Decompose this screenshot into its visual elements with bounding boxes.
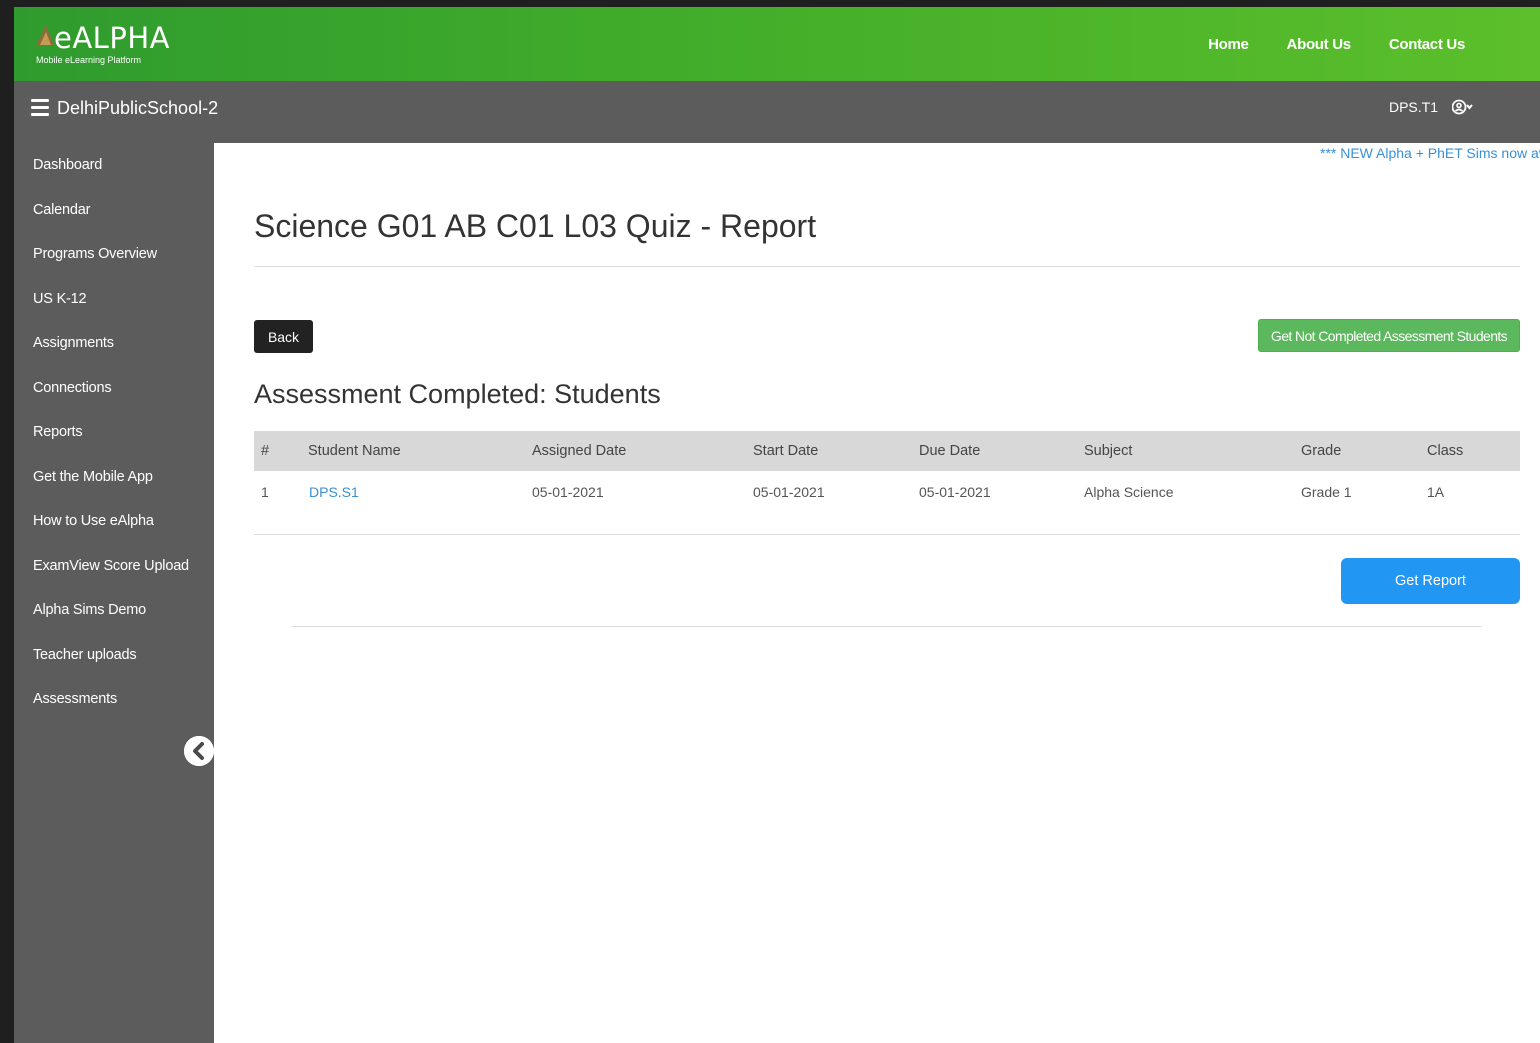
column-header-subject: Subject <box>1084 443 1133 459</box>
divider <box>254 534 1520 535</box>
divider <box>291 626 1482 627</box>
column-header-assigned-date: Assigned Date <box>532 443 627 459</box>
ealpha-logo[interactable]: eALPHA Mobile eLearning Platform <box>34 19 194 71</box>
sidebar-item-assignments[interactable]: Assignments <box>33 335 114 351</box>
student-name-link[interactable]: DPS.S1 <box>309 471 359 513</box>
sidebar-item-reports[interactable]: Reports <box>33 424 83 440</box>
announcement-marquee[interactable]: *** NEW Alpha + PhET Sims now av <box>1320 145 1540 161</box>
sidebar-item-dashboard[interactable]: Dashboard <box>33 157 102 173</box>
column-header-number: # <box>261 443 270 459</box>
logo-tagline: Mobile eLearning Platform <box>36 55 142 65</box>
app-window: eALPHA Mobile eLearning Platform Home Ab… <box>0 0 1540 1043</box>
section-title: Assessment Completed: Students <box>254 379 661 409</box>
window-border-top <box>0 0 1540 7</box>
sidebar: Dashboard Calendar Programs Overview US … <box>14 143 214 1043</box>
collapse-sidebar-button[interactable] <box>184 736 214 766</box>
divider <box>254 266 1520 267</box>
column-header-start-date: Start Date <box>753 443 819 459</box>
cell-due-date: 05-01-2021 <box>919 484 991 500</box>
sidebar-item-connections[interactable]: Connections <box>33 380 112 396</box>
cell-start-date: 05-01-2021 <box>753 484 825 500</box>
get-not-completed-button[interactable]: Get Not Completed Assessment Students <box>1258 319 1520 352</box>
cell-assigned-date: 05-01-2021 <box>532 484 604 500</box>
hamburger-menu-icon[interactable] <box>31 99 49 117</box>
logo-text: eALPHA <box>54 21 170 55</box>
cell-grade: Grade 1 <box>1301 484 1352 500</box>
cell-subject: Alpha Science <box>1084 484 1174 500</box>
page-title: Science G01 AB C01 L03 Quiz - Report <box>254 208 817 244</box>
user-menu[interactable]: DPS.T1 <box>1389 98 1474 116</box>
nav-home-link[interactable]: Home <box>1208 36 1249 53</box>
logo-leaf-icon <box>36 25 54 45</box>
nav-contact-link[interactable]: Contact Us <box>1389 36 1465 53</box>
chevron-left-icon <box>184 736 214 766</box>
sidebar-item-us-k12[interactable]: US K-12 <box>33 291 87 307</box>
get-report-button[interactable]: Get Report <box>1341 558 1520 604</box>
top-nav-links: Home About Us Contact Us <box>1208 7 1540 81</box>
back-button[interactable]: Back <box>254 320 313 353</box>
sidebar-item-programs-overview[interactable]: Programs Overview <box>33 246 157 262</box>
window-border-left <box>0 0 14 1043</box>
sidebar-item-teacher-uploads[interactable]: Teacher uploads <box>33 647 137 663</box>
cell-number: 1 <box>261 484 269 500</box>
sidebar-item-how-to-use[interactable]: How to Use eAlpha <box>33 513 154 529</box>
sidebar-item-assessments[interactable]: Assessments <box>33 691 117 707</box>
students-table: # Student Name Assigned Date Start Date … <box>254 431 1520 513</box>
sidebar-item-mobile-app[interactable]: Get the Mobile App <box>33 469 153 485</box>
sidebar-item-examview-upload[interactable]: ExamView Score Upload <box>33 558 189 574</box>
school-name: DelhiPublicSchool-2 <box>57 98 219 118</box>
column-header-student-name: Student Name <box>308 443 401 459</box>
header-bar: DelhiPublicSchool-2 DPS.T1 <box>14 81 1540 143</box>
column-header-due-date: Due Date <box>919 443 981 459</box>
top-navbar: eALPHA Mobile eLearning Platform Home Ab… <box>14 7 1540 81</box>
cell-class: 1A <box>1427 484 1445 500</box>
table-row: 1 DPS.S1 05-01-2021 05-01-2021 05-01-202… <box>254 471 1520 513</box>
sidebar-item-calendar[interactable]: Calendar <box>33 202 90 218</box>
user-name: DPS.T1 <box>1388 99 1438 115</box>
sidebar-item-alpha-sims-demo[interactable]: Alpha Sims Demo <box>33 602 146 618</box>
column-header-grade: Grade <box>1301 443 1342 459</box>
nav-about-link[interactable]: About Us <box>1287 36 1352 53</box>
column-header-class: Class <box>1427 443 1464 459</box>
user-account-icon <box>1452 99 1473 115</box>
table-header: # Student Name Assigned Date Start Date … <box>254 431 1520 471</box>
